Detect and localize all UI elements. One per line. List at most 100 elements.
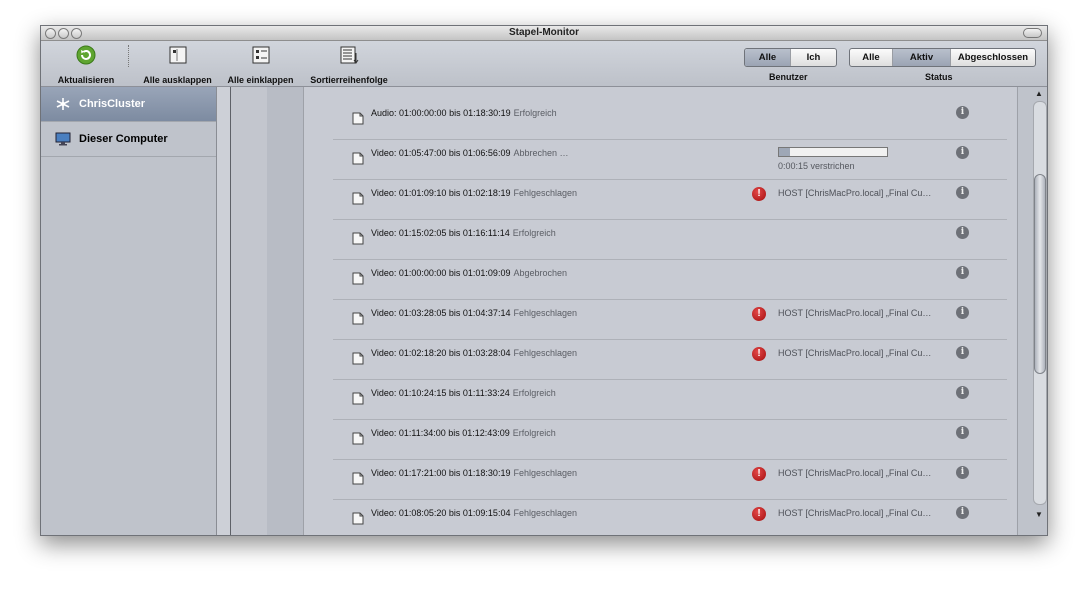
task-document-icon	[352, 512, 364, 525]
collapse-all-icon	[252, 46, 269, 64]
task-range: Video: 01:05:47:00 bis 01:06:56:09	[371, 148, 511, 158]
scroll-down-arrow-icon[interactable]: ▼	[1035, 510, 1043, 519]
vertical-scrollbar[interactable]: ▲ ▼	[1017, 87, 1047, 535]
error-icon: !	[752, 467, 766, 481]
status-filter-active[interactable]: Aktiv	[892, 49, 950, 66]
info-icon[interactable]: i	[956, 106, 969, 119]
task-title: Video: 01:08:05:20 bis 01:09:15:04 Fehlge…	[371, 508, 577, 518]
task-row[interactable]: Video: 01:17:21:00 bis 01:18:30:19 Fehlge…	[333, 459, 1007, 500]
task-elapsed-time: 0:00:15 verstrichen	[778, 161, 855, 171]
user-filter-control: Alle Ich	[744, 48, 837, 67]
task-document-icon	[352, 352, 364, 365]
toolbar-toggle-button[interactable]	[1023, 28, 1042, 38]
task-status: Erfolgreich	[512, 388, 556, 398]
task-title: Video: 01:00:00:00 bis 01:01:09:09 Abgebr…	[371, 268, 567, 278]
user-filter-all[interactable]: Alle	[745, 49, 790, 66]
collapse-all-button[interactable]: Alle einklappen	[225, 45, 296, 85]
task-status: Erfolgreich	[512, 228, 556, 238]
scroll-up-arrow-icon[interactable]: ▲	[1035, 89, 1043, 98]
task-range: Video: 01:08:05:20 bis 01:09:15:04	[371, 508, 511, 518]
task-row[interactable]: Video: 01:10:24:15 bis 01:11:33:24 Erfolg…	[333, 379, 1007, 420]
refresh-icon	[76, 45, 96, 65]
task-title: Video: 01:15:02:05 bis 01:16:11:14 Erfolg…	[371, 228, 556, 238]
error-icon: !	[752, 507, 766, 521]
expand-all-button[interactable]: Alle ausklappen	[141, 45, 214, 85]
sidebar-item-this-computer[interactable]: Dieser Computer	[41, 122, 216, 157]
task-row[interactable]: Video: 01:01:09:10 bis 01:02:18:19 Fehlge…	[333, 179, 1007, 220]
expand-all-icon	[169, 46, 186, 64]
task-progress-bar	[778, 147, 888, 157]
task-error-detail: HOST [ChrisMacPro.local] „Final Cu…	[778, 308, 932, 318]
task-status: Abgebrochen	[513, 268, 567, 278]
task-document-icon	[352, 232, 364, 245]
sidebar-item-chriscluster[interactable]: ChrisCluster	[41, 87, 216, 122]
expand-all-label: Alle ausklappen	[143, 75, 212, 85]
info-icon[interactable]: i	[956, 266, 969, 279]
task-title: Video: 01:11:34:00 bis 01:12:43:09 Erfolg…	[371, 428, 556, 438]
task-error-detail: HOST [ChrisMacPro.local] „Final Cu…	[778, 348, 932, 358]
task-row[interactable]: Video: 01:00:00:00 bis 01:01:09:09 Abgebr…	[333, 259, 1007, 300]
task-document-icon	[352, 272, 364, 285]
user-filter-title: Benutzer	[769, 72, 808, 82]
toolbar: Aktualisieren Alle ausklappen Alle einkl…	[41, 41, 1047, 87]
task-row[interactable]: Audio: 01:00:00:00 bis 01:18:30:19 Erfolg…	[333, 99, 1007, 140]
task-row[interactable]: Video: 01:02:18:20 bis 01:03:28:04 Fehlge…	[333, 339, 1007, 380]
scroll-rail[interactable]	[1033, 101, 1047, 505]
window-title: Stapel-Monitor	[509, 27, 579, 38]
info-icon[interactable]: i	[956, 226, 969, 239]
cluster-icon	[56, 98, 70, 110]
task-title: Audio: 01:00:00:00 bis 01:18:30:19 Erfolg…	[371, 108, 557, 118]
refresh-button[interactable]: Aktualisieren	[55, 45, 117, 85]
user-filter-me[interactable]: Ich	[790, 49, 836, 66]
task-title: Video: 01:05:47:00 bis 01:06:56:09 Abbrec…	[371, 148, 569, 158]
task-progress-fill	[779, 148, 790, 156]
info-icon[interactable]: i	[956, 506, 969, 519]
task-status: Fehlgeschlagen	[513, 508, 577, 518]
task-document-icon	[352, 112, 364, 125]
task-range: Audio: 01:00:00:00 bis 01:18:30:19	[371, 108, 511, 118]
task-document-icon	[352, 472, 364, 485]
task-row[interactable]: Video: 01:08:05:20 bis 01:09:15:04 Fehlge…	[333, 499, 1007, 535]
task-title: Video: 01:17:21:00 bis 01:18:30:19 Fehlge…	[371, 468, 577, 478]
task-range: Video: 01:17:21:00 bis 01:18:30:19	[371, 468, 511, 478]
info-icon[interactable]: i	[956, 346, 969, 359]
task-error-detail: HOST [ChrisMacPro.local] „Final Cu…	[778, 468, 932, 478]
task-range: Video: 01:15:02:05 bis 01:16:11:14	[371, 228, 510, 238]
task-range: Video: 01:11:34:00 bis 01:12:43:09	[371, 428, 510, 438]
task-document-icon	[352, 392, 364, 405]
task-title: Video: 01:10:24:15 bis 01:11:33:24 Erfolg…	[371, 388, 556, 398]
task-status: Erfolgreich	[513, 108, 557, 118]
info-icon[interactable]: i	[956, 386, 969, 399]
task-title: Video: 01:02:18:20 bis 01:03:28:04 Fehlge…	[371, 348, 577, 358]
task-error-detail: HOST [ChrisMacPro.local] „Final Cu…	[778, 508, 932, 518]
task-row[interactable]: Video: 01:11:34:00 bis 01:12:43:09 Erfolg…	[333, 419, 1007, 460]
task-status: Erfolgreich	[512, 428, 556, 438]
sidebar-item-label: ChrisCluster	[79, 98, 146, 110]
outline-gutter	[217, 87, 231, 535]
task-row[interactable]: Video: 01:05:47:00 bis 01:06:56:09 Abbrec…	[333, 139, 1007, 180]
sort-order-button[interactable]: Sortierreihenfolge	[306, 45, 392, 85]
info-icon[interactable]: i	[956, 466, 969, 479]
task-document-icon	[352, 192, 364, 205]
task-list: Audio: 01:00:00:00 bis 01:18:30:19 Erfolg…	[304, 87, 1016, 535]
outline-indent-column	[267, 87, 304, 535]
info-icon[interactable]: i	[956, 306, 969, 319]
status-filter-title: Status	[925, 72, 953, 82]
sort-order-icon	[340, 46, 359, 64]
info-icon[interactable]: i	[956, 146, 969, 159]
status-filter-completed[interactable]: Abgeschlossen	[950, 49, 1035, 66]
info-icon[interactable]: i	[956, 426, 969, 439]
task-range: Video: 01:01:09:10 bis 01:02:18:19	[371, 188, 511, 198]
status-filter-control: Alle Aktiv Abgeschlossen	[849, 48, 1036, 67]
task-row[interactable]: Video: 01:03:28:05 bis 01:04:37:14 Fehlge…	[333, 299, 1007, 340]
task-error-detail: HOST [ChrisMacPro.local] „Final Cu…	[778, 188, 932, 198]
refresh-label: Aktualisieren	[57, 75, 115, 85]
info-icon[interactable]: i	[956, 186, 969, 199]
scroll-thumb[interactable]	[1034, 174, 1046, 374]
task-row[interactable]: Video: 01:15:02:05 bis 01:16:11:14 Erfolg…	[333, 219, 1007, 260]
task-status: Fehlgeschlagen	[513, 348, 577, 358]
status-filter-all[interactable]: Alle	[850, 49, 892, 66]
task-status: Fehlgeschlagen	[513, 188, 577, 198]
sidebar-item-label: Dieser Computer	[79, 133, 168, 145]
toolbar-separator	[128, 45, 129, 67]
